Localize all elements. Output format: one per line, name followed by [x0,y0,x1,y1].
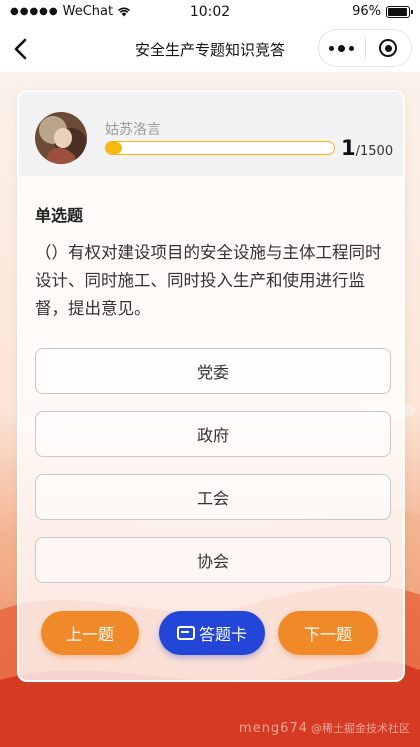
battery-percent: 96% [352,4,381,19]
option-button[interactable]: 工会 [35,474,391,520]
watermark: meng674 @稀土掘金技术社区 [239,720,410,736]
answer-card-icon [176,626,195,640]
battery-icon [386,5,413,18]
nav-bar: 安全生产专题知识竞答 [0,26,420,72]
mini-program-capsule [318,29,412,67]
option-button[interactable]: 党委 [35,348,391,394]
option-list: 党委 政府 工会 协会 [35,348,391,600]
watermark-site: @稀土掘金技术社区 [311,722,410,735]
option-button[interactable]: 协会 [35,537,391,583]
avatar [35,112,87,164]
profile-header: 姑苏洛言 1/1500 [19,92,403,176]
quiz-card: 姑苏洛言 1/1500 单选题 （）有权对建设项目的安全设施与主体工程同时设计、… [17,90,405,682]
option-button[interactable]: 政府 [35,411,391,457]
watermark-id: meng674 [239,721,308,736]
next-question-button[interactable]: 下一题 [278,611,378,655]
username: 姑苏洛言 [105,122,161,138]
progress-bar-fill [106,142,122,154]
progress-current: 1 [341,136,356,160]
progress-total: /1500 [355,144,394,159]
status-battery: 96% [352,4,413,19]
more-dots-icon[interactable] [319,30,365,66]
progress-count: 1/1500 [341,136,393,160]
question-text: （）有权对建设项目的安全设施与主体工程同时设计、同时施工、同时投入生产和使用进行… [35,243,382,318]
answer-card-label: 答题卡 [198,625,247,644]
close-circle-icon[interactable] [365,30,411,66]
progress-bar [105,141,335,155]
answer-card-button[interactable]: 答题卡 [159,611,265,655]
question-type: 单选题 [35,206,84,225]
prev-question-button[interactable]: 上一题 [41,611,139,655]
status-bar: ●●●●● WeChat 10:02 96% [0,0,420,26]
